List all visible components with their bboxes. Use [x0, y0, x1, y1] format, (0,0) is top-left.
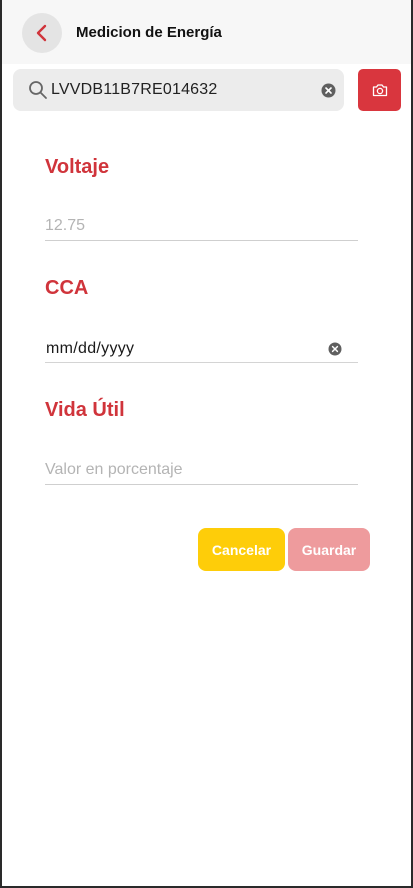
app-header: Medicion de Energía	[0, 0, 413, 64]
search-input[interactable]: LVVDB11B7RE014632	[13, 69, 344, 111]
vida-util-placeholder: Valor en porcentaje	[45, 461, 183, 478]
cca-label: CCA	[45, 277, 89, 299]
camera-button[interactable]	[358, 69, 401, 111]
clear-circle-icon[interactable]	[321, 83, 336, 98]
back-button[interactable]	[22, 13, 62, 53]
cca-date-field[interactable]: mm/dd/yyyy	[45, 333, 358, 363]
camera-icon	[372, 84, 387, 97]
save-button[interactable]: Guardar	[288, 528, 370, 571]
page-title: Medicion de Energía	[76, 24, 222, 41]
voltaje-field[interactable]: 12.75	[45, 211, 358, 241]
voltaje-label: Voltaje	[45, 156, 110, 178]
search-icon	[29, 81, 47, 99]
cancel-button[interactable]: Cancelar	[198, 528, 285, 571]
clear-circle-icon[interactable]	[328, 342, 342, 356]
cca-value: mm/dd/yyyy	[46, 340, 135, 357]
voltaje-placeholder: 12.75	[45, 217, 86, 234]
device-frame	[0, 0, 413, 888]
vida-util-label: Vida Útil	[45, 399, 125, 421]
vida-util-field[interactable]: Valor en porcentaje	[45, 455, 358, 485]
search-value: LVVDB11B7RE014632	[51, 81, 218, 98]
chevron-left-icon	[36, 24, 47, 42]
